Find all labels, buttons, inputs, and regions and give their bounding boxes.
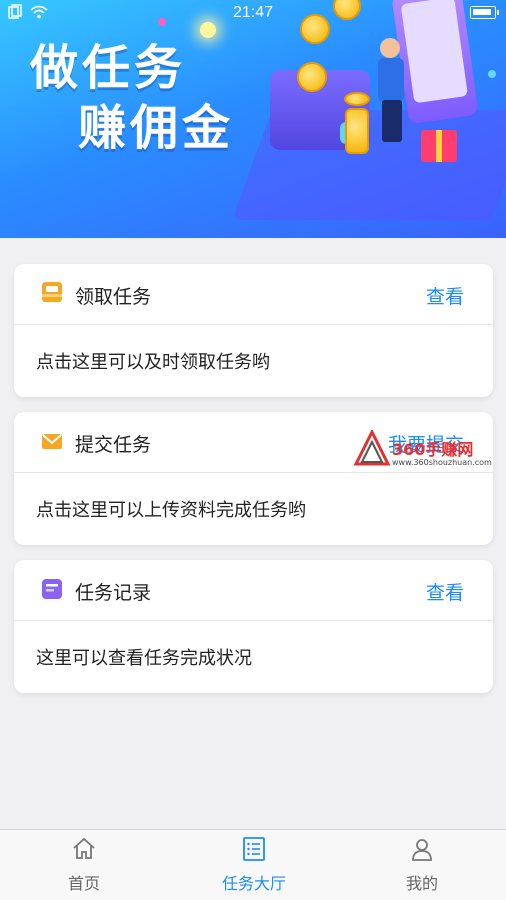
watermark-logo-icon <box>354 430 390 466</box>
list-icon <box>243 837 265 861</box>
hero-banner: 21:47 做任务 赚佣金 <box>0 0 506 238</box>
coin-icon <box>344 92 370 106</box>
card-title: 领取任务 <box>75 286 152 308</box>
tab-label: 任务大厅 <box>221 874 286 893</box>
person-head <box>380 38 400 58</box>
tab-home[interactable]: 首页 <box>0 830 168 900</box>
view-button[interactable]: 查看 <box>426 578 464 605</box>
card-header: 领取任务 查看 <box>14 264 493 325</box>
tab-mine[interactable]: 我的 <box>338 830 506 900</box>
decor-dot <box>158 18 166 26</box>
tab-label: 我的 <box>405 874 438 893</box>
status-time: 21:47 <box>233 4 274 21</box>
card-description: 点击这里可以及时领取任务哟 <box>36 352 270 373</box>
card-receive-task[interactable]: 领取任务 查看 点击这里可以及时领取任务哟 <box>14 264 493 397</box>
inbox-icon <box>42 282 62 302</box>
card-task-history[interactable]: 任务记录 查看 这里可以查看任务完成状况 <box>14 560 493 693</box>
banner-title-line-2: 赚佣金 <box>78 100 235 156</box>
coin-icon <box>345 108 369 154</box>
card-title: 提交任务 <box>75 434 152 456</box>
decor-dot <box>488 70 496 78</box>
envelope-icon <box>42 434 62 449</box>
card-icon <box>42 579 62 599</box>
card-header: 任务记录 查看 <box>14 560 493 621</box>
user-icon <box>412 839 432 861</box>
home-icon <box>73 837 95 859</box>
view-button[interactable]: 查看 <box>426 282 464 309</box>
card-title: 任务记录 <box>75 582 152 604</box>
gift-icon <box>421 130 457 162</box>
watermark-url: www.360shouzhuan.com <box>392 458 492 467</box>
coin-icon <box>297 62 327 92</box>
watermark: 360手赚网 www.360shouzhuan.com <box>352 428 502 468</box>
coin-icon <box>300 14 330 44</box>
card-description: 这里可以查看任务完成状况 <box>36 648 252 669</box>
sparkle <box>200 22 216 38</box>
person-body <box>378 58 404 102</box>
watermark-text: 360手赚网 <box>392 440 474 459</box>
tab-task-hall[interactable]: 任务大厅 <box>170 830 338 900</box>
copy-icon <box>8 4 22 19</box>
person-legs <box>382 100 402 142</box>
card-description: 点击这里可以上传资料完成任务哟 <box>36 500 306 521</box>
tab-label: 首页 <box>67 874 100 893</box>
battery-icon <box>470 6 499 19</box>
bottom-tab-bar: 首页 任务大厅 我的 <box>0 829 506 900</box>
wifi-icon <box>30 5 48 19</box>
